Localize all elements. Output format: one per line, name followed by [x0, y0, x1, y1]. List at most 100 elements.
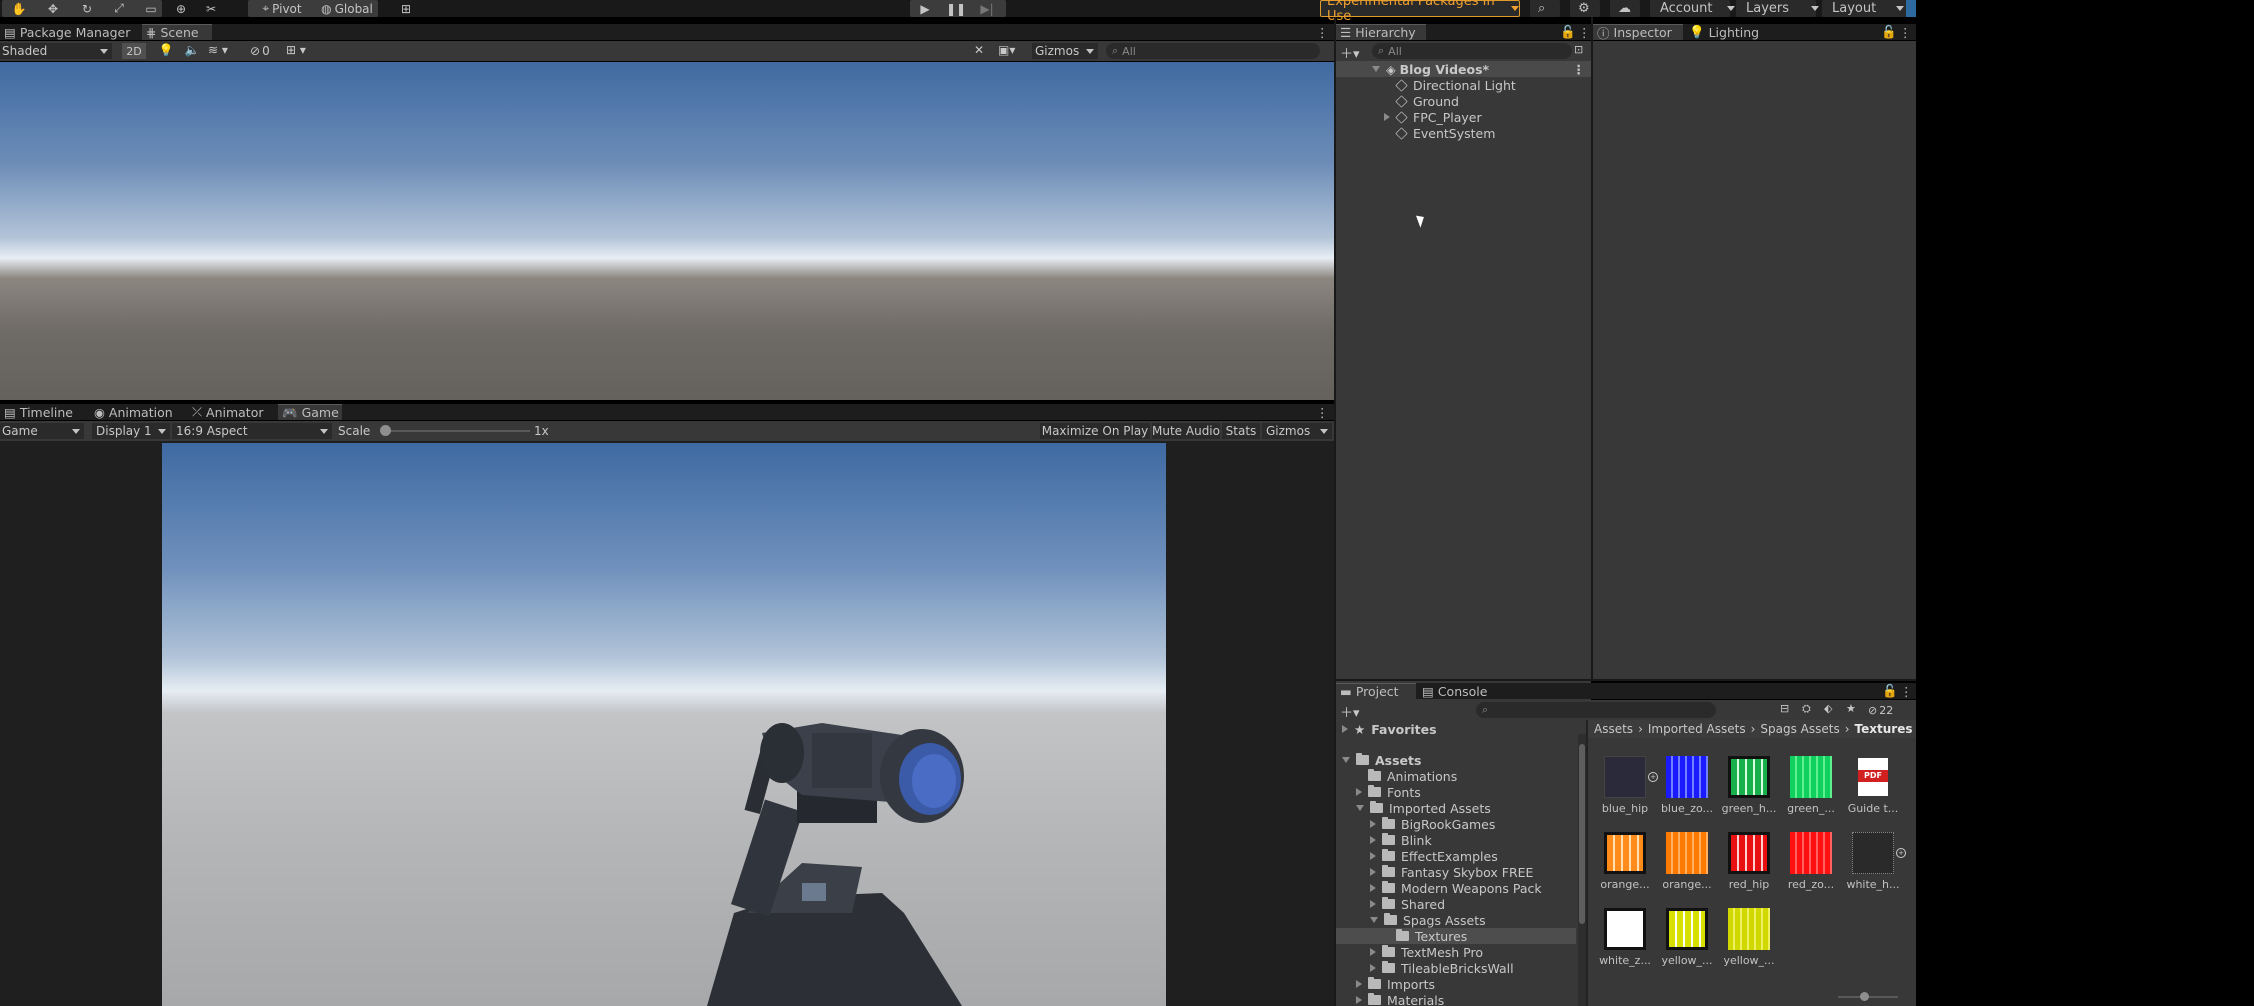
thumbnail-size-slider[interactable]: [1838, 992, 1898, 1001]
scene-root-row[interactable]: ◈ Blog Videos* ⋮: [1336, 61, 1591, 77]
stats-toggle[interactable]: Stats: [1222, 423, 1260, 439]
pivot-button[interactable]: ⌖ Pivot: [252, 0, 312, 17]
breadcrumb-item[interactable]: Imported Assets: [1648, 722, 1746, 736]
folder-row[interactable]: TileableBricksWall: [1370, 960, 1514, 976]
tag-icon[interactable]: ⬖: [1824, 702, 1840, 718]
folder-row-selected[interactable]: Textures: [1336, 928, 1576, 944]
expand-arrow-icon[interactable]: [1384, 113, 1390, 121]
asset-thumbnail[interactable]: [1604, 832, 1646, 874]
game-viewport[interactable]: [162, 443, 1166, 1006]
expand-arrow-icon[interactable]: [1370, 852, 1376, 860]
scene-menu-icon[interactable]: ⋮: [1573, 62, 1586, 77]
expand-arrow-icon[interactable]: [1356, 805, 1364, 811]
experimental-packages-button[interactable]: Experimental Packages In Use: [1320, 0, 1520, 24]
scene-visibility-icon[interactable]: ⊡: [1574, 43, 1588, 59]
hidden-packages-toggle[interactable]: ⊘ 22: [1868, 702, 1914, 718]
lock-icon[interactable]: 🔓: [1877, 24, 1897, 40]
expand-arrow-icon[interactable]: [1370, 964, 1376, 972]
panel-menu-icon[interactable]: ⋮: [1895, 24, 1912, 40]
folder-row[interactable]: Blink: [1370, 832, 1432, 848]
tools-icon[interactable]: ✕: [974, 43, 992, 59]
grid-snap-icon[interactable]: ⊞: [396, 0, 416, 17]
panel-menu-icon[interactable]: ⋮: [1896, 683, 1913, 699]
favorite-star-icon[interactable]: ★: [1846, 702, 1862, 718]
game-gizmos-dropdown[interactable]: Gizmos: [1262, 423, 1332, 439]
expand-arrow-icon[interactable]: [1342, 725, 1348, 733]
lighting-toggle-icon[interactable]: 💡: [156, 43, 176, 59]
lock-icon[interactable]: 🔓: [1556, 24, 1576, 40]
tab-scene[interactable]: ⋕ Scene: [142, 24, 212, 40]
account-dropdown[interactable]: Account: [1650, 0, 1735, 17]
panel-menu-icon[interactable]: ⋮: [1312, 404, 1332, 420]
display-dropdown[interactable]: Display 1: [92, 423, 170, 439]
asset-thumbnail[interactable]: [1852, 832, 1894, 874]
tab-animation[interactable]: ◉ Animation: [90, 404, 186, 420]
asset-thumbnail[interactable]: [1728, 832, 1770, 874]
breadcrumb-item[interactable]: Assets: [1594, 722, 1633, 736]
mute-audio-toggle[interactable]: Mute Audio: [1152, 423, 1220, 439]
move-tool-icon[interactable]: ✥: [42, 0, 64, 17]
asset-thumbnail[interactable]: [1666, 756, 1708, 798]
favorites-row[interactable]: ★ Favorites: [1342, 721, 1437, 737]
scale-tool-icon[interactable]: ⤢: [108, 0, 130, 17]
expand-arrow-icon[interactable]: [1370, 884, 1376, 892]
hierarchy-item[interactable]: EventSystem: [1395, 125, 1495, 141]
hierarchy-item[interactable]: FPC_Player: [1384, 109, 1482, 125]
tab-package-manager[interactable]: ▤ Package Manager: [0, 24, 142, 40]
scale-slider-thumb[interactable]: [380, 425, 391, 436]
cloud-button[interactable]: ☁: [1610, 0, 1640, 17]
asset-thumbnail[interactable]: PDF: [1852, 756, 1894, 798]
expand-arrow-icon[interactable]: [1372, 66, 1380, 72]
asset-thumbnail[interactable]: [1666, 832, 1708, 874]
asset-thumbnail[interactable]: [1728, 908, 1770, 950]
services-button[interactable]: ⚙: [1570, 0, 1600, 17]
hidden-objects-toggle[interactable]: ⊘ 0: [250, 43, 280, 59]
tab-animator[interactable]: ⤫ Animator: [188, 404, 276, 420]
project-search-input[interactable]: ⌕: [1476, 702, 1716, 718]
rect-tool-icon[interactable]: ▭: [140, 0, 162, 17]
play-button[interactable]: ▶: [912, 0, 938, 17]
add-object-button[interactable]: ＋▾: [1340, 43, 1366, 62]
search-by-type-icon[interactable]: ⊟: [1780, 702, 1796, 718]
search-button[interactable]: ⌕: [1530, 0, 1560, 17]
effects-dropdown-icon[interactable]: ≋ ▾: [208, 43, 244, 59]
custom-tool-icon[interactable]: ✂: [200, 0, 222, 17]
asset-thumbnail[interactable]: [1790, 832, 1832, 874]
maximize-on-play-toggle[interactable]: Maximize On Play: [1040, 423, 1150, 439]
layout-dropdown[interactable]: Layout: [1822, 0, 1906, 17]
scale-slider[interactable]: [380, 425, 530, 437]
asset-thumbnail[interactable]: [1604, 756, 1646, 798]
mode-2d-toggle[interactable]: 2D: [122, 43, 146, 59]
expand-arrow-icon[interactable]: [1356, 788, 1362, 796]
asset-thumbnail[interactable]: [1790, 756, 1832, 798]
search-by-label-icon[interactable]: ⛭: [1802, 702, 1818, 718]
expand-arrow-icon[interactable]: [1356, 996, 1362, 1004]
asset-thumbnail[interactable]: [1604, 908, 1646, 950]
tree-scrollbar-thumb[interactable]: [1579, 744, 1585, 924]
tab-inspector[interactable]: ⓘ Inspector: [1593, 24, 1683, 41]
expand-arrow-icon[interactable]: [1370, 820, 1376, 828]
expand-arrow-icon[interactable]: [1356, 980, 1362, 988]
thumbnail-size-thumb[interactable]: [1860, 992, 1869, 1001]
transform-tool-icon[interactable]: ⊕: [170, 0, 192, 17]
aspect-dropdown[interactable]: 16:9 Aspect: [172, 423, 332, 439]
camera-dropdown-icon[interactable]: ▣▾: [998, 43, 1028, 59]
scene-viewport[interactable]: [0, 62, 1334, 400]
game-view-dropdown[interactable]: Game: [0, 423, 84, 439]
asset-thumbnail[interactable]: [1666, 908, 1708, 950]
tab-console[interactable]: ▤ Console: [1418, 683, 1498, 699]
breadcrumb-item[interactable]: Spags Assets: [1760, 722, 1839, 736]
scene-search-input[interactable]: ⌕ All: [1106, 43, 1320, 59]
folder-row[interactable]: Imports: [1356, 976, 1435, 992]
rotate-tool-icon[interactable]: ↻: [76, 0, 98, 17]
asset-thumbnail[interactable]: [1728, 756, 1770, 798]
step-button[interactable]: ▶|: [974, 0, 1000, 17]
tab-timeline[interactable]: ▤ Timeline: [0, 404, 88, 420]
panel-menu-icon[interactable]: ⋮: [1312, 24, 1332, 40]
expand-arrow-icon[interactable]: [1342, 757, 1350, 763]
global-button[interactable]: ◍ Global: [316, 0, 378, 17]
grid-dropdown-icon[interactable]: ⊞ ▾: [286, 43, 322, 59]
tab-game[interactable]: 🎮 Game: [278, 404, 342, 420]
folder-row[interactable]: EffectExamples: [1370, 848, 1498, 864]
folder-row[interactable]: BigRookGames: [1370, 816, 1495, 832]
